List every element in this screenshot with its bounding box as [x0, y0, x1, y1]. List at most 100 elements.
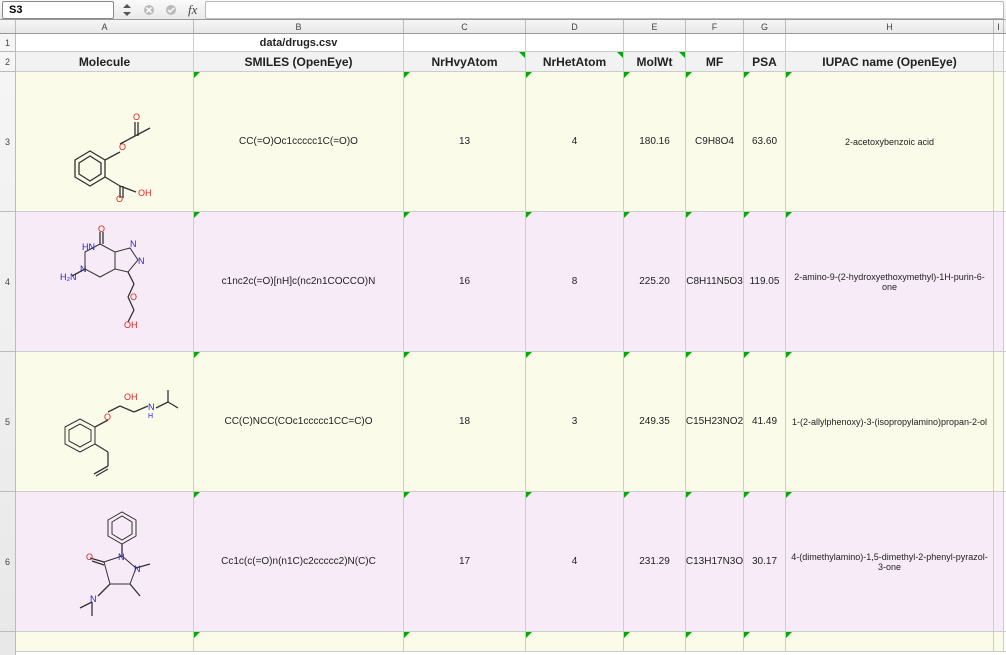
svg-text:O: O — [130, 292, 137, 302]
col-header-H[interactable]: H — [786, 20, 994, 33]
cell-E4[interactable]: 225.20 — [624, 212, 686, 351]
sheet-grid[interactable]: data/drugs.csv Molecule SMILES (OpenEye)… — [16, 34, 1006, 655]
cell-A3-molecule[interactable]: O O O OH — [16, 72, 194, 211]
cell-H3[interactable]: 2-acetoxybenzoic acid — [786, 72, 994, 211]
cell-F2[interactable]: MF — [686, 52, 744, 71]
row-header-4[interactable]: 4 — [0, 212, 15, 352]
svg-text:O: O — [119, 142, 126, 152]
cell-H7[interactable] — [786, 632, 994, 651]
cell-I3[interactable] — [994, 72, 1004, 211]
cell-E3[interactable]: 180.16 — [624, 72, 686, 211]
cell-F7[interactable] — [686, 632, 744, 651]
header-row: Molecule SMILES (OpenEye) NrHvyAtom NrHe… — [16, 52, 1006, 72]
col-header-F[interactable]: F — [686, 20, 744, 33]
cell-C6[interactable]: 17 — [404, 492, 526, 631]
cell-D5[interactable]: 3 — [526, 352, 624, 491]
cell-I5[interactable] — [994, 352, 1004, 491]
cell-E2[interactable]: MolWt — [624, 52, 686, 71]
cell-G1[interactable] — [744, 34, 786, 51]
col-header-B[interactable]: B — [194, 20, 404, 33]
cell-D4[interactable]: 8 — [526, 212, 624, 351]
cell-E1[interactable] — [624, 34, 686, 51]
molecule-structure: N N O N — [30, 502, 180, 622]
cell-F3[interactable]: C9H8O4 — [686, 72, 744, 211]
cell-I2[interactable] — [994, 52, 1004, 71]
name-box[interactable]: S3 — [2, 1, 114, 19]
stepper-icon[interactable] — [118, 1, 136, 19]
svg-text:N: N — [134, 564, 141, 574]
cell-B2[interactable]: SMILES (OpenEye) — [194, 52, 404, 71]
row-header-2[interactable]: 2 — [0, 52, 15, 72]
cell-C3[interactable]: 13 — [404, 72, 526, 211]
cell-A1[interactable] — [16, 34, 194, 51]
cell-C1[interactable] — [404, 34, 526, 51]
cell-G6[interactable]: 30.17 — [744, 492, 786, 631]
cell-G7[interactable] — [744, 632, 786, 651]
cell-I6[interactable] — [994, 492, 1004, 631]
cell-B6[interactable]: Cc1c(c(=O)n(n1C)c2ccccc2)N(C)C — [194, 492, 404, 631]
cell-H6[interactable]: 4-(dimethylamino)-1,5-dimethyl-2-phenyl-… — [786, 492, 994, 631]
cell-C4[interactable]: 16 — [404, 212, 526, 351]
cell-D3[interactable]: 4 — [526, 72, 624, 211]
confirm-icon[interactable] — [162, 1, 180, 19]
row-header-1[interactable]: 1 — [0, 34, 15, 52]
cell-A5-molecule[interactable]: O OH N H — [16, 352, 194, 491]
cancel-icon[interactable] — [140, 1, 158, 19]
formula-bar: S3 fx — [0, 0, 1006, 20]
svg-text:O: O — [104, 412, 111, 422]
cell-F1[interactable] — [686, 34, 744, 51]
cell-H1[interactable] — [786, 34, 994, 51]
cell-C7[interactable] — [404, 632, 526, 651]
cell-G4[interactable]: 119.05 — [744, 212, 786, 351]
cell-I4[interactable] — [994, 212, 1004, 351]
title-row: data/drugs.csv — [16, 34, 1006, 52]
col-header-A[interactable]: A — [16, 20, 194, 33]
cell-D1[interactable] — [526, 34, 624, 51]
svg-text:OH: OH — [124, 392, 138, 402]
fx-label: fx — [184, 2, 201, 18]
row-header-6[interactable]: 6 — [0, 492, 15, 632]
molecule-structure: O N N N HN H₂N O OH — [30, 222, 180, 342]
column-header-row: A B C D E F G H I — [0, 20, 1006, 34]
cell-A6-molecule[interactable]: N N O N — [16, 492, 194, 631]
col-header-C[interactable]: C — [404, 20, 526, 33]
col-header-D[interactable]: D — [526, 20, 624, 33]
row-header-3[interactable]: 3 — [0, 72, 15, 212]
cell-D6[interactable]: 4 — [526, 492, 624, 631]
cell-H5[interactable]: 1-(2-allylphenoxy)-3-(isopropylamino)pro… — [786, 352, 994, 491]
molecule-structure: O OH N H — [30, 362, 180, 482]
cell-E6[interactable]: 231.29 — [624, 492, 686, 631]
cell-B4[interactable]: c1nc2c(=O)[nH]c(nc2n1COCCO)N — [194, 212, 404, 351]
cell-A4-molecule[interactable]: O N N N HN H₂N O OH — [16, 212, 194, 351]
cell-B5[interactable]: CC(C)NCC(COc1ccccc1CC=C)O — [194, 352, 404, 491]
cell-A2[interactable]: Molecule — [16, 52, 194, 71]
cell-I1[interactable] — [994, 34, 1004, 51]
cell-I7[interactable] — [994, 632, 1004, 651]
cell-H2[interactable]: IUPAC name (OpenEye) — [786, 52, 994, 71]
svg-text:OH: OH — [138, 188, 152, 198]
formula-input[interactable] — [205, 1, 1004, 19]
col-header-G[interactable]: G — [744, 20, 786, 33]
cell-A7[interactable] — [16, 632, 194, 651]
cell-C2[interactable]: NrHvyAtom — [404, 52, 526, 71]
cell-F5[interactable]: C15H23NO2 — [686, 352, 744, 491]
cell-H4[interactable]: 2-amino-9-(2-hydroxyethoxymethyl)-1H-pur… — [786, 212, 994, 351]
cell-F4[interactable]: C8H11N5O3 — [686, 212, 744, 351]
cell-D7[interactable] — [526, 632, 624, 651]
cell-E5[interactable]: 249.35 — [624, 352, 686, 491]
cell-G5[interactable]: 41.49 — [744, 352, 786, 491]
cell-B1[interactable]: data/drugs.csv — [194, 34, 404, 51]
cell-F6[interactable]: C13H17N3O — [686, 492, 744, 631]
cell-G3[interactable]: 63.60 — [744, 72, 786, 211]
cell-B3[interactable]: CC(=O)Oc1ccccc1C(=O)O — [194, 72, 404, 211]
cell-D2[interactable]: NrHetAtom — [526, 52, 624, 71]
col-header-I[interactable]: I — [994, 20, 1004, 33]
row-header-5[interactable]: 5 — [0, 352, 15, 492]
svg-text:O: O — [86, 552, 93, 562]
cell-E7[interactable] — [624, 632, 686, 651]
cell-C5[interactable]: 18 — [404, 352, 526, 491]
select-all-corner[interactable] — [0, 20, 16, 33]
cell-G2[interactable]: PSA — [744, 52, 786, 71]
cell-B7[interactable] — [194, 632, 404, 651]
col-header-E[interactable]: E — [624, 20, 686, 33]
